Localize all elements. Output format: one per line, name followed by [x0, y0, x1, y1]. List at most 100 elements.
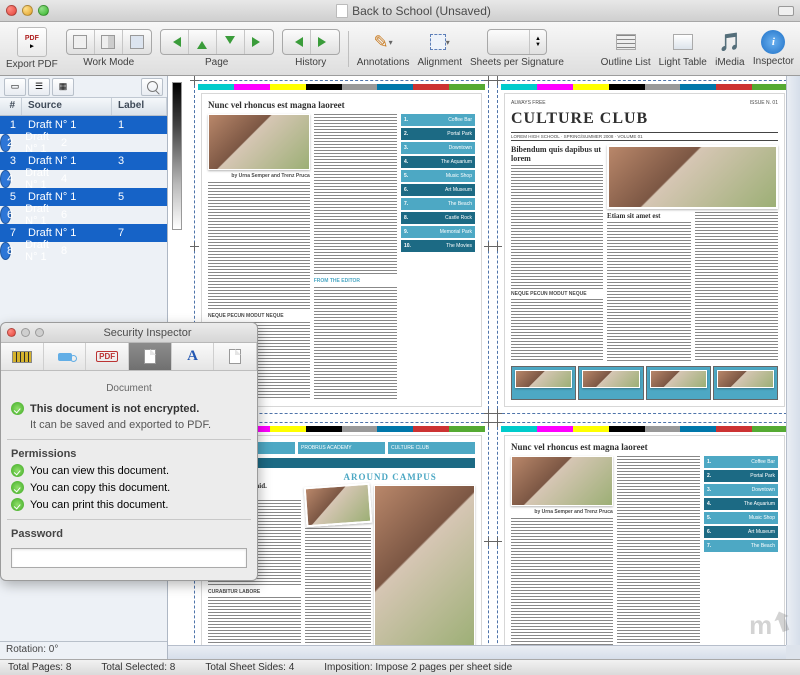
security-inspector-panel: Security Inspector PDF A Document This d… [0, 322, 258, 581]
work-mode-2-button[interactable] [95, 30, 123, 54]
spread-2[interactable]: ALWAYS FREEISSUE N. 01 CULTURE CLUB LORE… [497, 80, 792, 414]
encryption-substatus: It can be saved and exported to PDF. [30, 419, 247, 431]
inspector-tool[interactable]: i Inspector [753, 30, 794, 67]
p2-tagline: LOREM HIGH SCHOOL · SPRING/SUMMER 2008 ·… [511, 132, 778, 141]
work-mode-1-button[interactable] [67, 30, 95, 54]
p3-tag3: CULTURE CLUB [388, 442, 475, 454]
resize-corner[interactable] [786, 645, 800, 659]
password-field[interactable] [11, 548, 247, 568]
inspector-tab-2[interactable] [44, 343, 87, 370]
sidebar-header: # Source Label [0, 98, 167, 116]
perm-view: You can view this document. [30, 465, 169, 477]
permissions-heading: Permissions [11, 448, 247, 460]
font-icon: A [187, 348, 198, 365]
status-total-pages: Total Pages: 8 [8, 662, 71, 673]
gradient-strip[interactable] [172, 82, 182, 230]
p1-byline: by Urna Semper and Trenz Pruca [208, 173, 310, 179]
canvas[interactable]: Nunc vel rhoncus est magna laoreet by Ur… [168, 76, 800, 659]
status-total-sheet-sides: Total Sheet Sides: 4 [205, 662, 294, 673]
minimize-button[interactable] [22, 5, 33, 16]
col-label[interactable]: Label [112, 98, 167, 115]
check-icon [11, 402, 24, 415]
rotation-display: Rotation: 0° [0, 641, 167, 659]
sheets-stepper[interactable]: ▲▼ [530, 30, 546, 54]
scrollbar-vertical[interactable] [786, 76, 800, 645]
col-number[interactable]: # [0, 98, 22, 115]
toolbar-toggle-button[interactable] [778, 6, 794, 16]
work-mode-3-button[interactable] [123, 30, 151, 54]
annotations-tool[interactable]: ✎▾ Annotations [357, 29, 410, 68]
inspector-tab-5[interactable]: A [172, 343, 215, 370]
close-button[interactable] [6, 5, 17, 16]
p3-around: AROUND CAMPUS [305, 472, 475, 482]
sheets-value [488, 30, 530, 54]
work-mode-label: Work Mode [83, 57, 134, 68]
alignment-tool[interactable]: ▾ Alignment [418, 29, 462, 68]
inspector-zoom-button[interactable] [35, 328, 44, 337]
sidebar-view-1[interactable]: ▭ [4, 78, 26, 96]
history-forward-button[interactable] [311, 30, 339, 54]
inspector-tab-6[interactable] [214, 343, 257, 370]
list-row[interactable]: 2Draft N° 12 [0, 134, 11, 152]
sheets-per-signature-tool[interactable]: ▲▼ Sheets per Signature [470, 29, 564, 68]
inspector-titlebar[interactable]: Security Inspector [1, 323, 257, 343]
page-down-button[interactable] [217, 30, 245, 54]
page-prev-button[interactable] [161, 30, 189, 54]
p4-byline: by Urna Semper and Trenz Pruca [511, 509, 613, 515]
alignment-label: Alignment [418, 57, 462, 68]
pdf-icon: PDF▸ [17, 27, 47, 57]
document-tab-icon [144, 349, 156, 364]
info-icon: i [761, 30, 785, 54]
p1-subhead: NEQUE PECUN MODUT NEQUE [208, 313, 310, 319]
export-pdf-tool[interactable]: PDF▸ Export PDF [6, 27, 58, 70]
document-icon [336, 4, 348, 18]
inspector-tab-1[interactable] [1, 343, 44, 370]
scrollbar-horizontal[interactable] [168, 645, 786, 659]
annotations-label: Annotations [357, 57, 410, 68]
list-row[interactable]: 6Draft N° 16 [0, 206, 11, 224]
p1-headline: Nunc vel rhoncus est magna laoreet [208, 100, 475, 110]
list-row[interactable]: 4Draft N° 14 [0, 170, 11, 188]
check-icon [11, 481, 24, 494]
page-tab-icon [229, 349, 241, 364]
search-icon [147, 81, 158, 92]
toolbar: PDF▸ Export PDF Work Mode Page History ✎… [0, 22, 800, 76]
inspector-tab-4[interactable] [129, 343, 172, 370]
perm-print: You can print this document. [30, 499, 168, 511]
perm-copy: You can copy this document. [30, 482, 170, 494]
titlebar: Back to School (Unsaved) [0, 0, 800, 22]
status-imposition: Imposition: Impose 2 pages per sheet sid… [324, 662, 512, 673]
p4-headline: Nunc vel rhoncus est magna laoreet [511, 442, 778, 452]
inspector-min-button[interactable] [21, 328, 30, 337]
p3-s2: CURABITUR LABORE [208, 589, 301, 595]
statusbar: Total Pages: 8 Total Selected: 8 Total S… [0, 659, 800, 675]
list-row[interactable]: 8Draft N° 18 [0, 242, 11, 260]
inspector-body: Document This document is not encrypted.… [1, 371, 257, 580]
inspector-tab-3[interactable]: PDF [86, 343, 129, 370]
inspector-title: Security Inspector [44, 327, 251, 339]
sidebar-tools: ▭ ☰ ▦ [0, 76, 167, 98]
outline-list-tool[interactable]: Outline List [601, 29, 651, 68]
pencil-icon: ✎▾ [368, 29, 398, 55]
status-total-selected: Total Selected: 8 [101, 662, 175, 673]
col-source[interactable]: Source [22, 98, 112, 115]
sidebar-view-2[interactable]: ☰ [28, 78, 50, 96]
window-title: Back to School (Unsaved) [49, 4, 778, 18]
check-icon [11, 498, 24, 511]
page-next-button[interactable] [245, 30, 273, 54]
spread-4[interactable]: Nunc vel rhoncus est magna laoreet by Ur… [497, 422, 792, 660]
work-mode-tool: Work Mode [66, 29, 152, 68]
light-table-tool[interactable]: Light Table [659, 29, 707, 68]
outline-list-icon [611, 29, 641, 55]
history-label: History [295, 57, 326, 68]
zoom-button[interactable] [38, 5, 49, 16]
sidebar-view-3[interactable]: ▦ [52, 78, 74, 96]
page-up-button[interactable] [189, 30, 217, 54]
export-pdf-label: Export PDF [6, 59, 58, 70]
history-back-button[interactable] [283, 30, 311, 54]
inspector-close-button[interactable] [7, 328, 16, 337]
password-heading: Password [11, 528, 247, 540]
p2-alwaysfree: ALWAYS FREE [511, 100, 546, 106]
sidebar-search[interactable] [141, 78, 163, 96]
imedia-tool[interactable]: 🎵 iMedia [715, 29, 745, 68]
